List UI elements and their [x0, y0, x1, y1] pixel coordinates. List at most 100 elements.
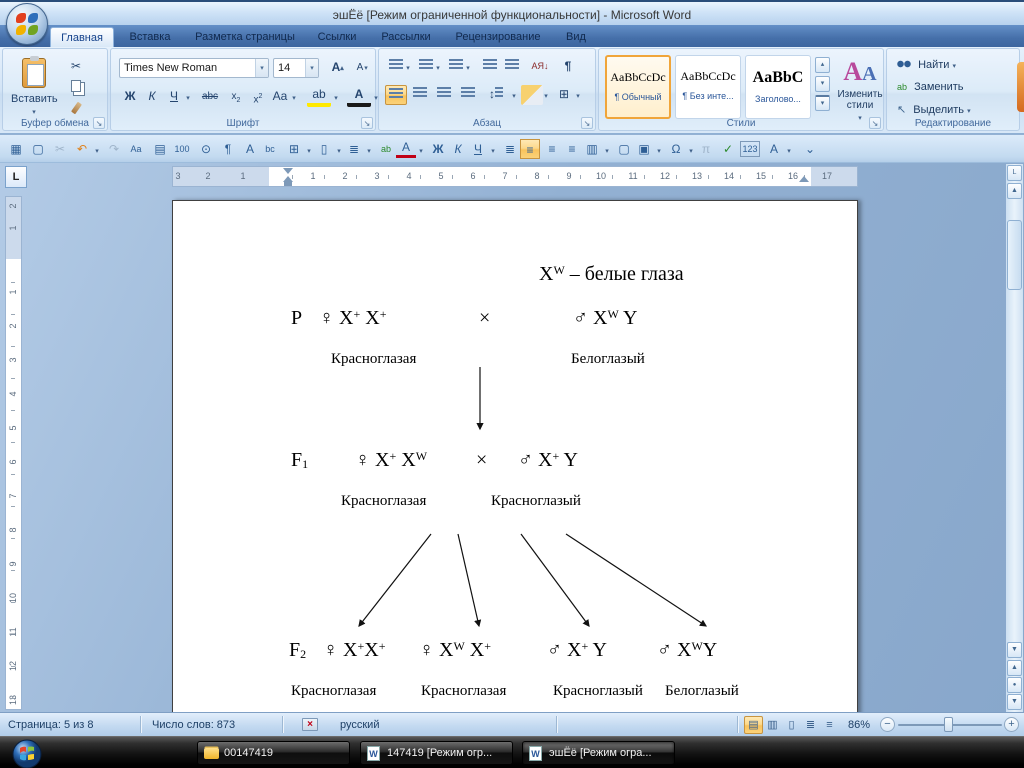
vertical-ruler[interactable]: 2 1 1 2 3 4 5 6 7 8 9 10 11 12 13	[5, 196, 22, 710]
page-layout-icon[interactable]: ▯	[314, 139, 334, 159]
view-fullscreen-reading[interactable]: ▥	[763, 716, 782, 734]
align-center-button[interactable]	[409, 85, 431, 105]
tab-rassylki[interactable]: Рассылки	[370, 27, 442, 47]
style-normal[interactable]: AaBbCcDc ¶ Обычный	[605, 55, 671, 119]
table-grid-icon[interactable]: ⊞	[284, 139, 304, 159]
task-word-active[interactable]: W эшЁё [Режим огра...	[522, 741, 675, 765]
change-styles-button[interactable]: AA Изменить стили ▾	[837, 57, 883, 123]
align-center-icon[interactable]: ≡	[542, 139, 562, 159]
superscript-button[interactable]: x2	[247, 87, 269, 107]
text-box-icon[interactable]: ▣	[634, 139, 654, 159]
tab-vid[interactable]: Вид	[554, 27, 598, 47]
undo-icon[interactable]: ↶	[72, 139, 92, 159]
symbol-dropdown-icon[interactable]: ▾	[686, 147, 696, 155]
office-button[interactable]	[6, 3, 48, 45]
font-dialog-launcher[interactable]: ↘	[361, 117, 373, 129]
show-marks-button[interactable]: ¶	[557, 57, 579, 77]
view-draft[interactable]: ≡	[820, 716, 839, 734]
insert-dropdown-icon[interactable]: ▾	[364, 147, 374, 155]
subscript-button[interactable]: x2	[225, 87, 247, 107]
horizontal-ruler[interactable]: 3 2 1 1 2 3 4 5 6 7 8 9 10 11 12 13 14 1…	[172, 166, 858, 187]
toolbar-overflow-icon[interactable]: ⌄	[800, 139, 820, 159]
italic-icon[interactable]: К	[448, 139, 468, 159]
save-icon[interactable]: ▦	[6, 139, 26, 159]
tab-ssylki[interactable]: Ссылки	[308, 27, 366, 47]
tab-glavnaya[interactable]: Главная	[50, 27, 114, 47]
document-page[interactable]: XW – белые глаза P ♀ X+ X+ × ♂ XW Y Крас…	[172, 200, 858, 760]
page-dropdown-icon[interactable]: ▾	[334, 147, 344, 155]
underline-dropdown-icon[interactable]: ▾	[183, 94, 193, 102]
justify-icon[interactable]: ≣	[500, 139, 520, 159]
cut-button[interactable]: ✂	[65, 57, 87, 77]
align-left-icon[interactable]: ≡	[520, 139, 540, 159]
view-web-layout[interactable]: ▯	[782, 716, 801, 734]
zoom-slider-thumb[interactable]	[944, 717, 953, 732]
cut-icon[interactable]: ✂	[50, 139, 70, 159]
word-count[interactable]: Число слов: 873	[152, 719, 235, 731]
styles-pen-dropdown-icon[interactable]: ▾	[784, 147, 794, 155]
task-folder-00147419[interactable]: 00147419	[197, 741, 350, 765]
highlight-dropdown-icon[interactable]: ▾	[331, 94, 341, 102]
paste-button[interactable]: Вставить ▾	[11, 54, 58, 126]
line-spacing-dropdown-icon[interactable]: ▾	[509, 92, 519, 100]
text-box-dropdown-icon[interactable]: ▾	[654, 147, 664, 155]
scroll-down-button[interactable]: ▼	[1007, 642, 1022, 658]
shading-button[interactable]	[521, 85, 543, 105]
align-right-button[interactable]	[433, 85, 455, 105]
previous-page-button[interactable]: ▲	[1007, 660, 1022, 676]
increase-indent-button[interactable]	[501, 57, 523, 77]
redo-icon[interactable]: ↷	[104, 139, 124, 159]
equation-pi-icon[interactable]: π	[696, 139, 716, 159]
styles-scroll-down[interactable]: ▾	[815, 76, 830, 92]
scroll-up-button[interactable]: ▲	[1007, 183, 1022, 199]
shading-dropdown-icon[interactable]: ▾	[541, 92, 551, 100]
styles-gallery-expand[interactable]: ▾	[815, 95, 830, 111]
borders-dropdown-icon[interactable]: ▾	[573, 92, 583, 100]
find-button[interactable]: Найти ▾	[897, 59, 956, 71]
font-color-dropdown-icon[interactable]: ▾	[416, 147, 426, 155]
font-family-dropdown-icon[interactable]: ▾	[255, 59, 268, 77]
align-left-button[interactable]	[385, 85, 407, 105]
grow-font-button[interactable]: А ▴	[325, 58, 347, 78]
book-icon[interactable]: ▤	[150, 139, 170, 159]
select-button[interactable]: ↖ Выделить ▾	[897, 103, 971, 116]
styles-dialog-launcher[interactable]: ↘	[869, 117, 881, 129]
magnifier-icon[interactable]: ⊙	[196, 139, 216, 159]
char-style-icon[interactable]: bc	[260, 139, 280, 159]
multilevel-dropdown-icon[interactable]: ▾	[463, 64, 473, 72]
new-document-icon[interactable]: ▢	[28, 139, 48, 159]
paste-dropdown-icon[interactable]: ▾	[32, 109, 36, 116]
next-page-button[interactable]: ▼	[1007, 694, 1022, 710]
change-case-dropdown-icon[interactable]: ▾	[289, 94, 299, 102]
copy-button[interactable]	[65, 79, 87, 99]
font-color-icon[interactable]: А	[396, 139, 416, 158]
ruler-toggle-button[interactable]: L	[1007, 165, 1022, 181]
symbol-omega-icon[interactable]: Ω	[666, 139, 686, 159]
tab-vstavka[interactable]: Вставка	[118, 27, 182, 47]
scrollbar-thumb[interactable]	[1007, 220, 1022, 290]
spellcheck-status-icon[interactable]: ×	[302, 718, 318, 731]
left-indent-marker[interactable]	[284, 182, 292, 186]
bullets-dropdown-icon[interactable]: ▾	[403, 64, 413, 72]
align-right-icon[interactable]: ≡	[562, 139, 582, 159]
page-indicator[interactable]: Страница: 5 из 8	[8, 719, 94, 731]
bold-icon[interactable]: Ж	[428, 139, 448, 159]
new-page-icon[interactable]: ▢	[614, 139, 634, 159]
decrease-indent-button[interactable]	[479, 57, 501, 77]
bold-button[interactable]: Ж	[119, 87, 141, 107]
view-outline[interactable]: ≣	[801, 716, 820, 734]
paragraph-dialog-launcher[interactable]: ↘	[581, 117, 593, 129]
zoom-out-button[interactable]: −	[880, 717, 895, 732]
font-color-button[interactable]: А	[347, 87, 371, 107]
highlight-button[interactable]: ab	[307, 87, 331, 107]
tab-razmetka[interactable]: Разметка страницы	[186, 27, 304, 47]
italic-button[interactable]: К	[141, 87, 163, 107]
select-browse-object-button[interactable]: ●	[1007, 677, 1022, 693]
strikethrough-button[interactable]: abc	[197, 87, 223, 107]
change-case-button[interactable]: Aa	[269, 87, 291, 107]
zoom-in-button[interactable]: +	[1004, 717, 1019, 732]
formatting-marks-icon[interactable]: ¶	[218, 139, 238, 159]
table-dropdown-icon[interactable]: ▾	[304, 147, 314, 155]
line-spacing-button[interactable]: ↕	[485, 85, 507, 105]
start-button[interactable]	[12, 739, 42, 768]
